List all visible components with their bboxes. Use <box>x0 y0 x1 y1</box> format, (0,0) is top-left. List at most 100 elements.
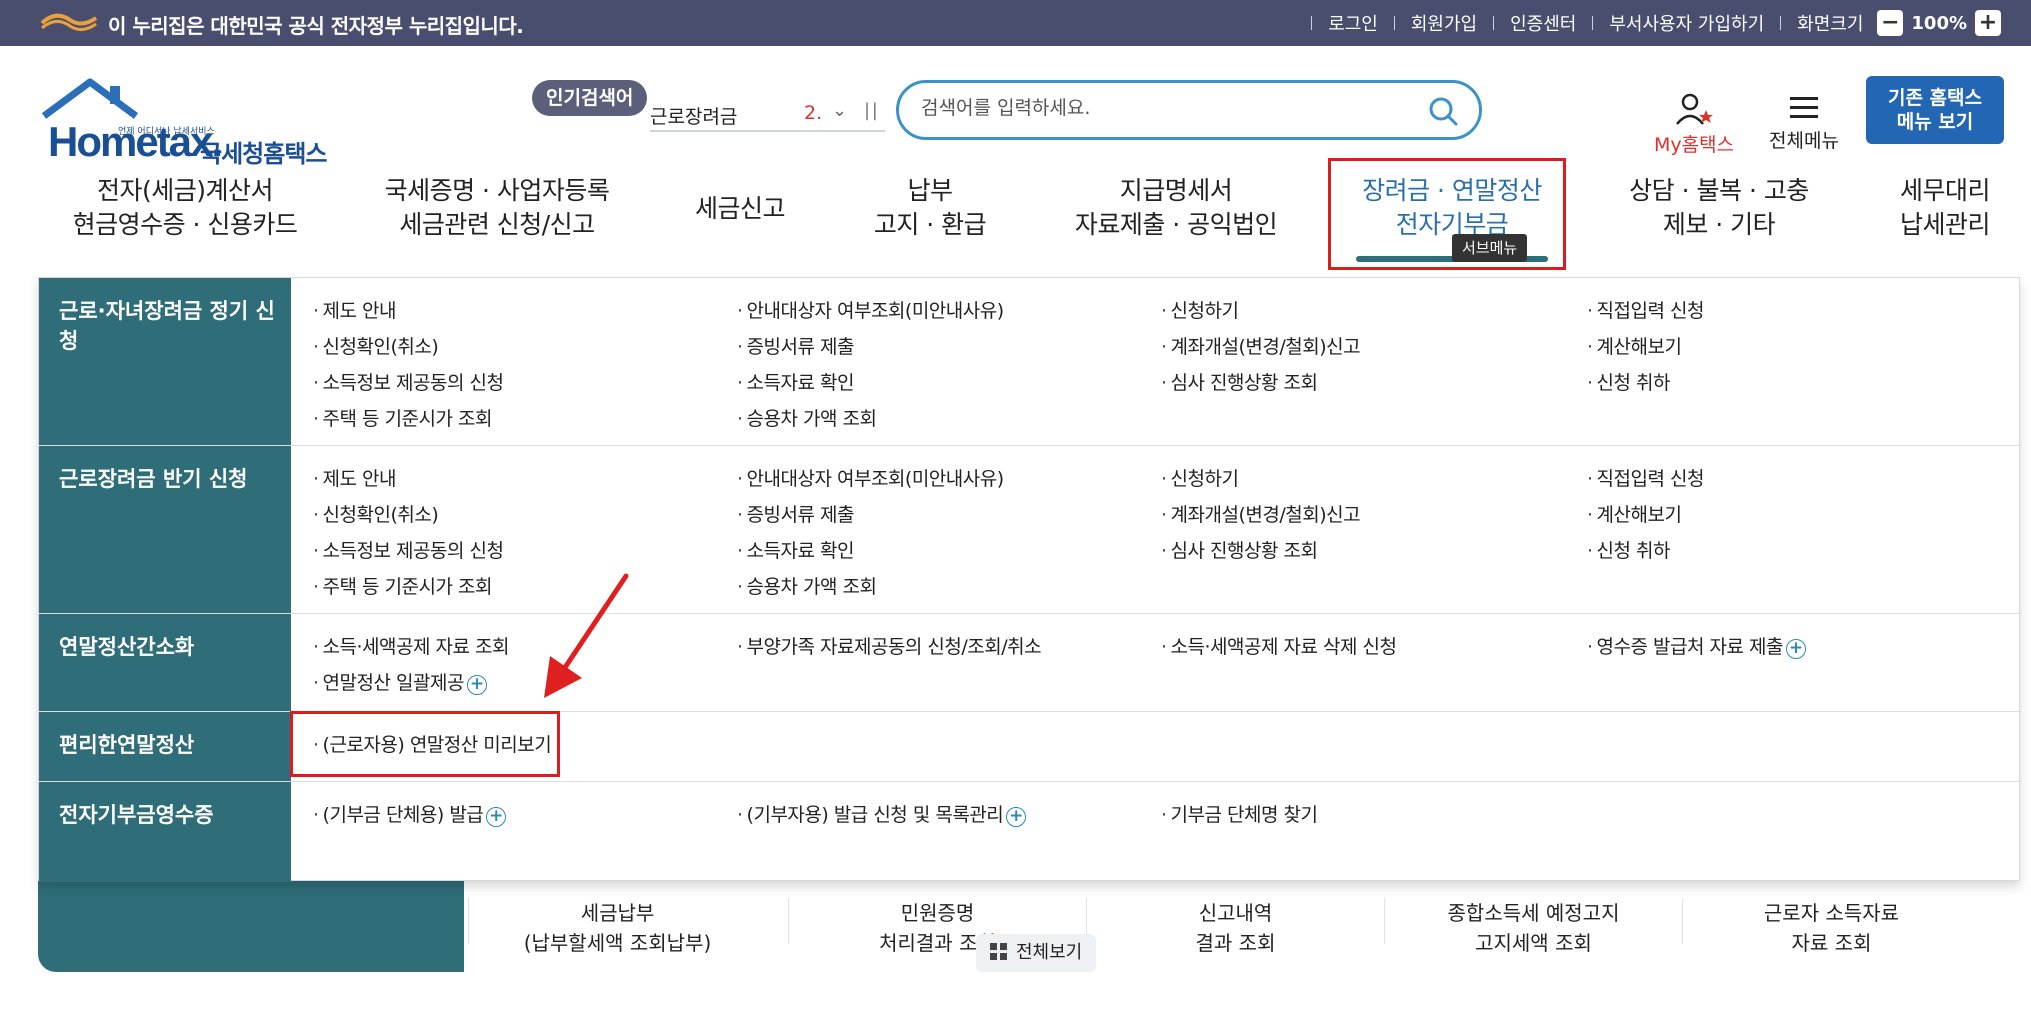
expand-plus-icon[interactable]: + <box>486 806 507 827</box>
mega-row-title[interactable]: 근로·자녀장려금 정기 신청 <box>59 296 279 356</box>
menu-item[interactable]: 계산해보기 <box>1587 332 1682 359</box>
menu-item[interactable]: 소득자료 확인 <box>737 536 855 563</box>
search-input[interactable] <box>921 97 1401 119</box>
menu-item[interactable]: 제도 안내 <box>313 464 397 491</box>
gnb-line: 전자(세금)계산서 <box>96 176 274 205</box>
view-all-label: 전체보기 <box>1016 942 1083 963</box>
expand-plus-icon[interactable]: + <box>1785 638 1806 659</box>
pause-icon[interactable]: | | <box>864 100 878 121</box>
menu-item[interactable]: (기부금 단체용) 발급 <box>313 804 484 826</box>
quick-tax-payment[interactable]: 세금납부 (납부할세액 조회납부) <box>468 898 766 955</box>
mega-row-title[interactable]: 전자기부금영수증 <box>59 800 279 830</box>
mega-row-donation-receipt: 전자기부금영수증 (기부금 단체용) 발급+ (기부자용) 발급 신청 및 목록… <box>39 782 2021 882</box>
grid-icon <box>990 943 1007 960</box>
legacy-menu-button[interactable]: 기존 홈택스 메뉴 보기 <box>1866 76 2004 144</box>
zoom-in-button[interactable]: + <box>1975 10 2001 36</box>
quick-line: 자료 조회 <box>1791 931 1872 955</box>
menu-item[interactable]: 신청확인(취소) <box>313 332 439 359</box>
legacy-menu-line2: 메뉴 보기 <box>1896 111 1974 133</box>
quick-line: 세금납부 <box>580 901 655 925</box>
menu-item[interactable]: 승용차 가액 조회 <box>737 404 877 431</box>
menu-item[interactable]: 소득·세액공제 자료 삭제 신청 <box>1161 632 1397 659</box>
quick-notice-amount[interactable]: 종합소득세 예정고지 고지세액 조회 <box>1384 898 1682 955</box>
menu-item[interactable]: 안내대상자 여부조회(미안내사유) <box>737 464 1005 491</box>
expand-plus-icon[interactable]: + <box>466 674 487 695</box>
gnb-line: 세금관련 신청/신고 <box>399 210 595 239</box>
menu-item[interactable]: 증빙서류 제출 <box>737 500 855 527</box>
menu-item[interactable]: 안내대상자 여부조회(미안내사유) <box>737 296 1005 323</box>
menu-item[interactable]: 승용차 가액 조회 <box>737 572 877 599</box>
hometax-logo[interactable]: 언제 어디서나 납세서비스 Hometax. 국세청홈택스 <box>40 78 340 168</box>
menu-item[interactable]: 주택 등 기준시가 조회 <box>313 404 493 431</box>
gnb-payment-statements[interactable]: 지급명세서 자료제출 · 공익법인 <box>1066 174 1286 242</box>
quick-filing-result[interactable]: 신고내역 결과 조회 <box>1086 898 1384 955</box>
quick-income-data[interactable]: 근로자 소득자료 자료 조회 <box>1682 898 1980 955</box>
menu-item[interactable]: (기부자용) 발급 신청 및 목록관리 <box>737 804 1004 826</box>
menu-item[interactable]: 소득정보 제공동의 신청 <box>313 536 504 563</box>
menu-item[interactable]: 신청하기 <box>1161 296 1239 323</box>
mega-row-items: 제도 안내 안내대상자 여부조회(미안내사유) 신청하기 직접입력 신청 신청확… <box>291 278 2021 445</box>
popular-keyword-ticker[interactable]: 근로장려금 2. ⌄ | | <box>650 98 885 132</box>
mega-row-title[interactable]: 연말정산간소화 <box>59 632 279 662</box>
menu-item[interactable]: 신청하기 <box>1161 464 1239 491</box>
mega-row-title[interactable]: 편리한연말정산 <box>59 730 279 760</box>
gnb-tax-agent[interactable]: 세무대리 납세관리 <box>1880 174 2010 242</box>
signup-link[interactable]: 회원가입 <box>1411 10 1477 36</box>
gov-emblem-icon <box>40 13 98 31</box>
cert-center-link[interactable]: 인증센터 <box>1510 10 1576 36</box>
mega-row-title[interactable]: 근로장려금 반기 신청 <box>59 464 279 494</box>
quick-line: 근로자 소득자료 <box>1763 901 1900 925</box>
popular-keyword[interactable]: 근로장려금 <box>650 102 737 129</box>
gnb-line: 납세관리 <box>1899 210 1991 239</box>
screen-size-label: 화면크기 <box>1797 14 1864 35</box>
quick-line: 신고내역 <box>1198 901 1273 925</box>
gnb-line: 세금신고 <box>694 194 786 223</box>
menu-item[interactable]: 신청확인(취소) <box>313 500 439 527</box>
menu-item[interactable]: 심사 진행상황 조회 <box>1161 368 1318 395</box>
menu-item[interactable]: 심사 진행상황 조회 <box>1161 536 1318 563</box>
quick-line: 결과 조회 <box>1195 931 1276 955</box>
gnb-e-invoice[interactable]: 전자(세금)계산서 현금영수증 · 신용카드 <box>62 174 308 242</box>
quick-line: (납부할세액 조회납부) <box>523 931 712 955</box>
red-arrow-icon <box>544 573 629 698</box>
menu-item-with-expand: 영수증 발급처 자료 제출+ <box>1587 632 1806 659</box>
login-link[interactable]: 로그인 <box>1328 10 1378 36</box>
menu-item[interactable]: 소득·세액공제 자료 조회 <box>313 632 510 659</box>
search-icon[interactable] <box>1427 95 1459 127</box>
menu-item[interactable]: 계좌개설(변경/철회)신고 <box>1161 332 1361 359</box>
menu-item[interactable]: 신청 취하 <box>1587 368 1671 395</box>
gnb-line: 제보 · 기타 <box>1662 210 1776 239</box>
menu-item[interactable]: 직접입력 신청 <box>1587 296 1705 323</box>
my-hometax-button[interactable]: My홈택스 <box>1646 92 1742 157</box>
menu-item-with-expand: (기부자용) 발급 신청 및 목록관리+ <box>737 800 1027 827</box>
menu-item[interactable]: 영수증 발급처 자료 제출 <box>1587 636 1783 658</box>
popular-keyword-rank: 2. <box>804 102 823 124</box>
menu-item[interactable]: 제도 안내 <box>313 296 397 323</box>
view-all-button[interactable]: 전체보기 <box>976 934 1097 972</box>
all-menu-button[interactable]: 전체메뉴 <box>1762 94 1846 153</box>
menu-item[interactable]: 직접입력 신청 <box>1587 464 1705 491</box>
menu-item[interactable]: 부양가족 자료제공동의 신청/조회/취소 <box>737 632 1042 659</box>
gnb-payment[interactable]: 납부 고지 · 환급 <box>860 174 1000 242</box>
chevron-down-icon[interactable]: ⌄ <box>832 100 847 121</box>
menu-item[interactable]: 계좌개설(변경/철회)신고 <box>1161 500 1361 527</box>
gnb-tax-filing[interactable]: 세금신고 <box>680 192 800 226</box>
menu-item[interactable]: 증빙서류 제출 <box>737 332 855 359</box>
gnb-certificates[interactable]: 국세증명 · 사업자등록 세금관련 신청/신고 <box>372 174 622 242</box>
zoom-out-button[interactable]: − <box>1877 10 1904 36</box>
gnb-line: 국세증명 · 사업자등록 <box>384 176 610 205</box>
gov-banner: 이 누리집은 대한민국 공식 전자정부 누리집입니다. 로그인 회원가입 인증센… <box>0 0 2031 46</box>
gnb-line: 자료제출 · 공익법인 <box>1074 210 1278 239</box>
gnb-consulting[interactable]: 상담 · 불복 · 고충 제보 · 기타 <box>1612 174 1826 242</box>
menu-item[interactable]: 계산해보기 <box>1587 500 1682 527</box>
gnb-line: 세무대리 <box>1899 176 1991 205</box>
gnb-line: 현금영수증 · 신용카드 <box>72 210 298 239</box>
menu-item[interactable]: 주택 등 기준시가 조회 <box>313 572 493 599</box>
menu-item[interactable]: 소득정보 제공동의 신청 <box>313 368 504 395</box>
menu-item[interactable]: 소득자료 확인 <box>737 368 855 395</box>
menu-item[interactable]: 연말정산 일괄제공 <box>313 672 464 694</box>
menu-item[interactable]: 신청 취하 <box>1587 536 1671 563</box>
expand-plus-icon[interactable]: + <box>1006 806 1027 827</box>
dept-user-signup-link[interactable]: 부서사용자 가입하기 <box>1609 10 1764 36</box>
menu-item[interactable]: 기부금 단체명 찾기 <box>1161 800 1318 827</box>
